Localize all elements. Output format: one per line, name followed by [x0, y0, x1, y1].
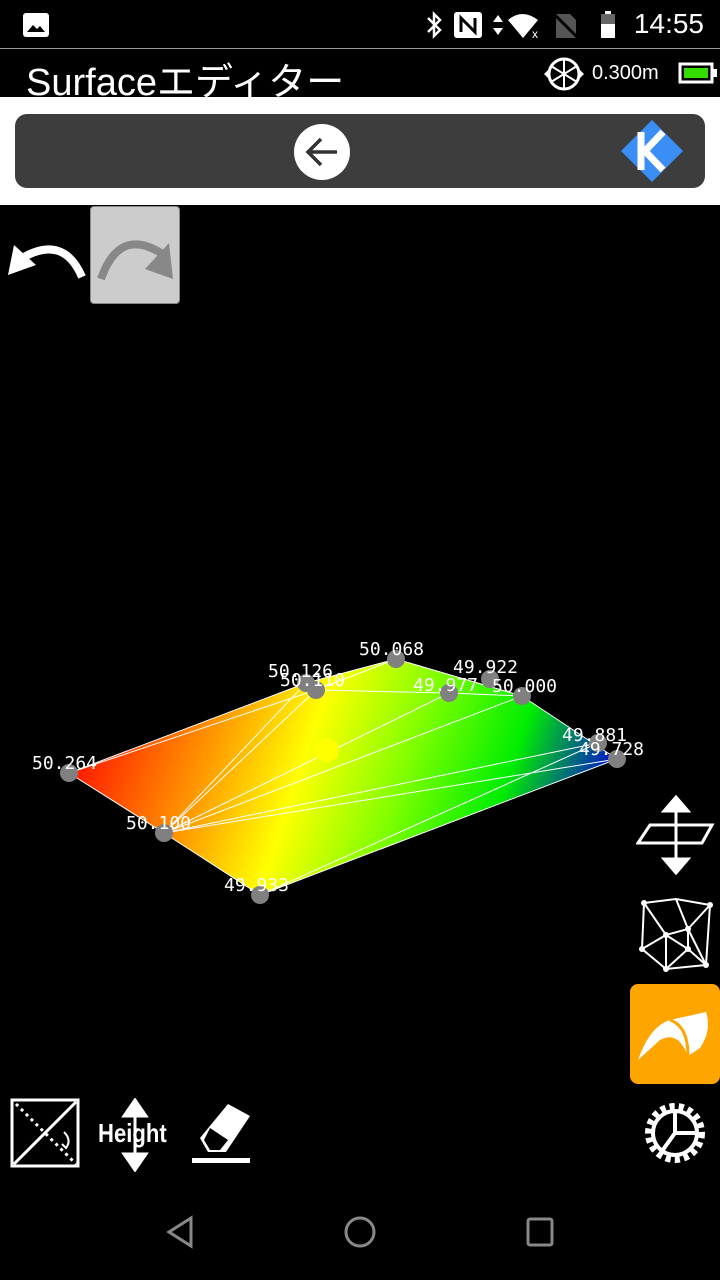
- surface-3d-view[interactable]: 50.26450.12650.11050.06849.92249.977 50.0…: [0, 205, 720, 1195]
- point-elevation-label: 50.100: [126, 813, 191, 834]
- range-value: 0.300m: [592, 62, 659, 84]
- toolbar-container: [0, 97, 720, 205]
- status-bar: x 14:55: [0, 0, 720, 49]
- nav-recents-button[interactable]: [526, 1217, 556, 1247]
- title-bar: Surfaceエディター 0.300m: [0, 49, 720, 104]
- split-button[interactable]: [10, 1098, 82, 1170]
- no-sim-icon: [552, 12, 580, 40]
- bluetooth-icon: [427, 10, 442, 40]
- point-elevation-label: 50.110: [280, 670, 345, 691]
- nfc-icon: [454, 12, 482, 38]
- height-label: Height: [98, 1118, 167, 1148]
- data-arrows-icon: [493, 15, 503, 35]
- nav-home-button[interactable]: [343, 1215, 377, 1249]
- status-time: 14:55: [633, 8, 704, 39]
- height-button[interactable]: Height: [98, 1098, 173, 1172]
- svg-text:x: x: [532, 27, 538, 40]
- device-battery-icon: [678, 62, 717, 84]
- wifi-no-internet-icon: x: [508, 14, 538, 40]
- back-button[interactable]: [293, 123, 351, 181]
- point-elevation-label: 49.933: [224, 875, 289, 896]
- surface-icon: [638, 1012, 708, 1060]
- point-elevation-label: 50.000: [492, 676, 557, 697]
- gallery-icon: [23, 13, 49, 37]
- battery-icon: [601, 11, 615, 38]
- point-elevation-label: 50.264: [32, 753, 97, 774]
- surface-button[interactable]: [630, 984, 720, 1084]
- mesh-button[interactable]: [636, 895, 716, 973]
- eraser-button[interactable]: [190, 1100, 262, 1166]
- settings-button[interactable]: [640, 1098, 710, 1168]
- navigation-bar: [0, 1185, 720, 1280]
- point-elevation-label: 49.728: [579, 739, 644, 760]
- point-elevation-label: 49.977: [413, 675, 478, 696]
- move-plane-button[interactable]: [636, 795, 716, 875]
- toolbar: [15, 114, 705, 188]
- point-elevation-label: 50.068: [359, 639, 424, 660]
- nav-back-button[interactable]: [165, 1215, 195, 1249]
- gnss-receiver-icon: [544, 57, 584, 91]
- k-logo-icon[interactable]: [619, 118, 685, 184]
